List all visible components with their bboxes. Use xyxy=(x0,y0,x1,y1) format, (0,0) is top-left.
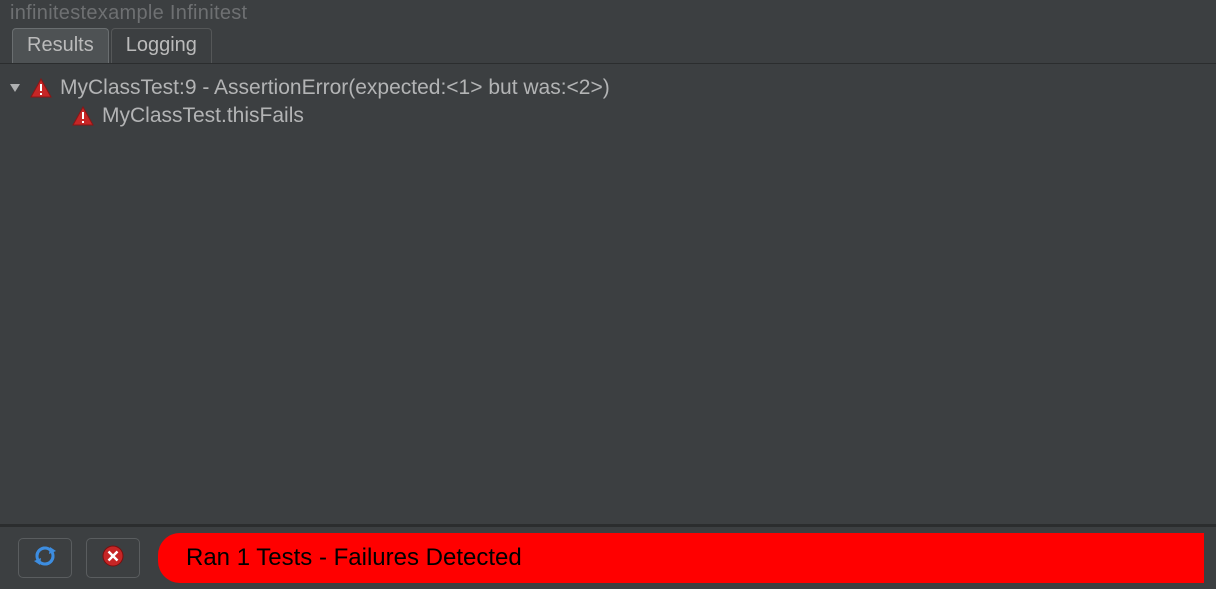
results-tree: MyClassTest:9 - AssertionError(expected:… xyxy=(0,64,1216,524)
warning-icon xyxy=(72,106,94,126)
status-message-text: Ran 1 Tests - Failures Detected xyxy=(186,544,522,572)
warning-icon xyxy=(30,78,52,98)
tab-logging[interactable]: Logging xyxy=(111,28,212,63)
tree-row-child[interactable]: MyClassTest.thisFails xyxy=(6,102,1210,130)
error-icon xyxy=(102,545,124,572)
stop-button[interactable] xyxy=(86,538,140,578)
status-bar: Ran 1 Tests - Failures Detected xyxy=(0,524,1216,589)
tree-child-label: MyClassTest.thisFails xyxy=(102,104,304,128)
refresh-icon xyxy=(34,545,56,572)
refresh-button[interactable] xyxy=(18,538,72,578)
tree-row-root[interactable]: MyClassTest:9 - AssertionError(expected:… xyxy=(6,74,1210,102)
tab-results[interactable]: Results xyxy=(12,28,109,63)
tree-root-label: MyClassTest:9 - AssertionError(expected:… xyxy=(60,76,610,100)
panel-title: infinitestexample Infinitest xyxy=(0,0,1216,29)
status-message-pill: Ran 1 Tests - Failures Detected xyxy=(158,533,1204,583)
tab-bar: Results Logging xyxy=(0,29,1216,64)
expand-toggle-icon[interactable] xyxy=(6,82,24,94)
